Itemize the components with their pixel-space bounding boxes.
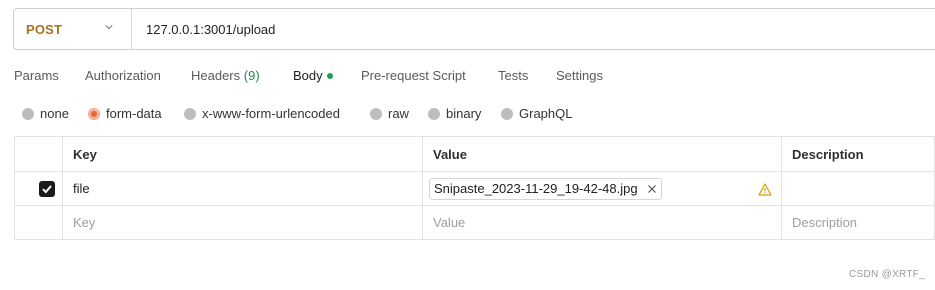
radio-icon — [22, 107, 34, 120]
header-checkbox-cell — [14, 136, 63, 172]
body-type-label: binary — [446, 106, 482, 121]
radio-selected-icon — [88, 107, 100, 120]
file-name: Snipaste_2023-11-29_19-42-48.jpg — [434, 181, 638, 196]
chevron-down-icon — [105, 25, 113, 30]
checkmark-icon — [42, 184, 52, 193]
table-header-row: Key Value Description — [14, 136, 935, 172]
body-type-label: form-data — [106, 106, 162, 121]
body-type-binary[interactable]: binary — [428, 106, 481, 121]
description-input[interactable] — [781, 171, 935, 206]
table-row: file Snipaste_2023-11-29_19-42-48.jpg — [14, 171, 935, 206]
value-cell: Snipaste_2023-11-29_19-42-48.jpg — [422, 171, 782, 206]
body-type-graphql[interactable]: GraphQL — [501, 106, 572, 121]
body-type-label: GraphQL — [519, 106, 573, 121]
row-checkbox-cell — [14, 205, 63, 240]
header-key: Key — [62, 136, 423, 172]
radio-icon — [501, 107, 513, 120]
key-placeholder[interactable]: Key — [62, 205, 423, 240]
tab-authorization[interactable]: Authorization — [85, 68, 161, 83]
tab-headers[interactable]: Headers (9) — [191, 68, 260, 83]
tab-params[interactable]: Params — [14, 68, 59, 83]
file-chip[interactable]: Snipaste_2023-11-29_19-42-48.jpg — [429, 177, 662, 200]
body-type-raw[interactable]: raw — [370, 106, 409, 121]
row-checkbox-cell — [14, 171, 63, 206]
tab-body[interactable]: Body — [293, 68, 333, 83]
headers-count-badge: (9) — [243, 68, 260, 83]
body-type-label: raw — [388, 106, 409, 121]
radio-icon — [370, 107, 382, 120]
header-description: Description — [781, 136, 935, 172]
body-type-label: none — [40, 106, 69, 121]
tab-tests[interactable]: Tests — [498, 68, 528, 83]
tab-settings[interactable]: Settings — [556, 68, 603, 83]
body-type-label: x-www-form-urlencoded — [202, 106, 340, 121]
method-label: POST — [26, 21, 63, 37]
body-type-none[interactable]: none — [22, 106, 69, 121]
value-placeholder[interactable]: Value — [422, 205, 782, 240]
form-data-table: Key Value Description file Snipaste_2023… — [14, 136, 935, 240]
tab-body-label: Body — [293, 68, 323, 83]
description-placeholder[interactable]: Description — [781, 205, 935, 240]
key-input[interactable]: file — [62, 171, 423, 206]
row-enabled-checkbox[interactable] — [39, 180, 55, 197]
body-type-urlencoded[interactable]: x-www-form-urlencoded — [184, 106, 340, 121]
method-select[interactable]: POST — [14, 9, 132, 49]
table-row-new: Key Value Description — [14, 205, 935, 240]
body-indicator-dot — [326, 72, 333, 79]
header-value: Value — [422, 136, 782, 172]
tab-pre-request-script[interactable]: Pre-request Script — [361, 68, 466, 83]
tab-headers-label: Headers — [191, 68, 241, 83]
request-url-bar: POST 127.0.0.1:3001/upload — [13, 8, 935, 50]
watermark: CSDN @XRTF_ — [849, 269, 926, 280]
body-type-form-data[interactable]: form-data — [88, 106, 162, 121]
warning-icon[interactable] — [758, 183, 772, 196]
url-input[interactable]: 127.0.0.1:3001/upload — [146, 22, 275, 37]
radio-icon — [184, 107, 196, 120]
radio-icon — [428, 107, 440, 120]
close-icon[interactable] — [647, 184, 657, 194]
